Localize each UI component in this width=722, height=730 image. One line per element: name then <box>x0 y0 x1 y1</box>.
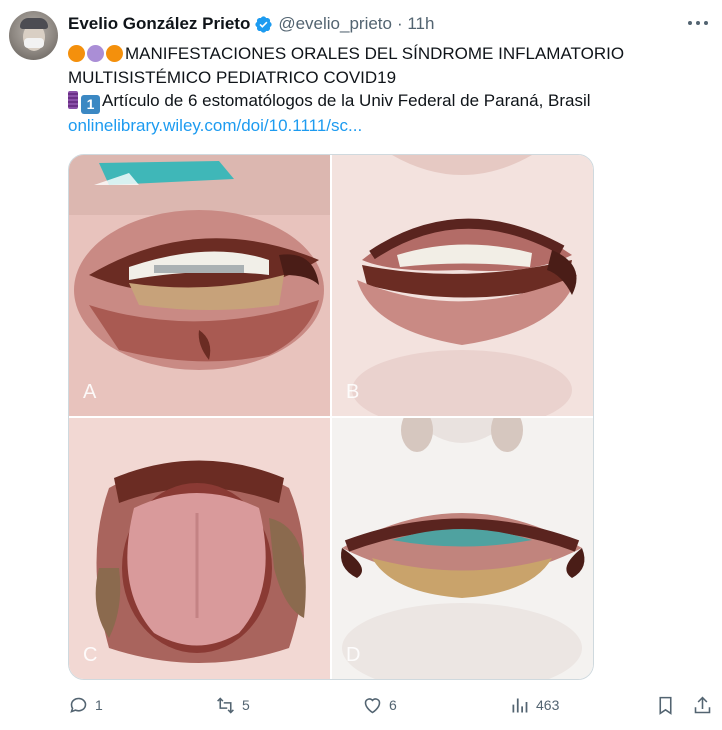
like-icon <box>364 697 381 713</box>
avatar[interactable] <box>9 11 58 60</box>
tweet-header: Evelio González Prieto @evelio_prieto · … <box>68 13 434 35</box>
photo-label: D <box>346 644 361 666</box>
share-icon <box>694 696 711 713</box>
repost-button[interactable]: 5 <box>215 693 250 717</box>
photo-label: A <box>83 381 97 403</box>
media-grid[interactable]: A B C D <box>68 154 594 680</box>
photo-label: C <box>83 644 98 666</box>
bookmark-button[interactable] <box>655 693 682 717</box>
tweet-line-1-text: MANIFESTACIONES ORALES DEL SÍNDROME INFL… <box>125 44 625 63</box>
repost-count: 5 <box>242 697 250 713</box>
verified-badge-icon <box>255 15 272 33</box>
photo-d[interactable]: D <box>332 418 593 679</box>
like-button[interactable]: 6 <box>362 693 397 717</box>
like-count: 6 <box>389 697 397 713</box>
views-button[interactable]: 463 <box>509 693 559 717</box>
photo-c[interactable]: C <box>69 418 330 679</box>
author-handle[interactable]: @evelio_prieto <box>278 14 392 34</box>
orange-circle-icon <box>106 45 123 62</box>
timestamp[interactable]: · 11h <box>397 14 435 34</box>
bookmark-icon <box>659 696 672 715</box>
reply-button[interactable]: 1 <box>68 693 103 717</box>
reply-count: 1 <box>95 697 103 713</box>
views-icon <box>512 698 528 712</box>
share-button[interactable] <box>692 693 719 717</box>
thread-icon <box>68 91 78 109</box>
more-icon[interactable] <box>688 13 708 33</box>
orange-circle-icon <box>68 45 85 62</box>
tweet-line-1: MANIFESTACIONES ORALES DEL SÍNDROME INFL… <box>68 42 708 66</box>
photo-a[interactable]: A <box>69 155 330 416</box>
author-name[interactable]: Evelio González Prieto <box>68 14 250 34</box>
photo-b[interactable]: B <box>332 155 593 416</box>
views-count: 463 <box>536 697 560 713</box>
tweet-line-3-text: Artículo de 6 estomatólogos de la Univ F… <box>102 91 591 110</box>
tweet-line-3: 1 Artículo de 6 estomatólogos de la Univ … <box>68 89 708 114</box>
reply-icon <box>70 697 87 713</box>
photo-label: B <box>346 381 360 403</box>
tweet-line-2: MULTISISTÉMICO PEDIATRICO COVID19 <box>68 67 397 87</box>
repost-icon <box>217 696 234 714</box>
keycap-one-icon: 1 <box>81 95 100 114</box>
article-link[interactable]: onlinelibrary.wiley.com/doi/10.1111/sc..… <box>68 116 362 135</box>
tweet-text: MANIFESTACIONES ORALES DEL SÍNDROME INFL… <box>68 42 708 138</box>
purple-circle-icon <box>87 45 104 62</box>
